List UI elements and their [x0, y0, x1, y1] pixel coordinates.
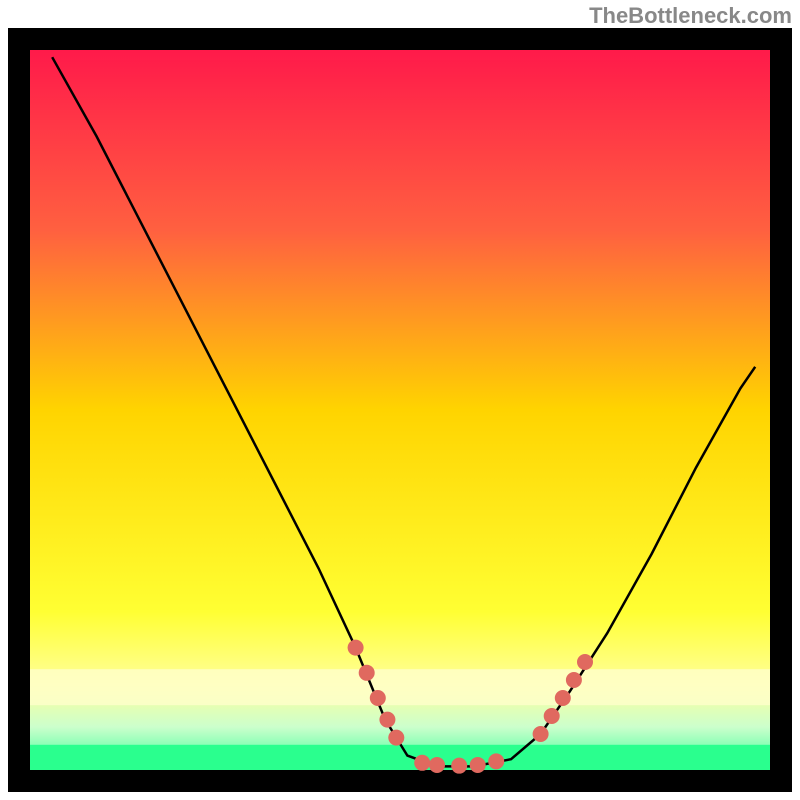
marker-bottom [470, 757, 486, 773]
marker-right [555, 690, 571, 706]
marker-right [544, 708, 560, 724]
chart-container: TheBottleneck.com [0, 0, 800, 800]
marker-left [359, 665, 375, 681]
marker-bottom [488, 753, 504, 769]
marker-left [348, 640, 364, 656]
marker-right [566, 672, 582, 688]
marker-bottom [414, 755, 430, 771]
bottleneck-chart [0, 0, 800, 800]
marker-left [379, 712, 395, 728]
watermark-text: TheBottleneck.com [589, 3, 792, 29]
marker-bottom [451, 758, 467, 774]
marker-left [370, 690, 386, 706]
green-band [30, 745, 770, 770]
gradient-background [30, 50, 770, 770]
marker-right [577, 654, 593, 670]
marker-right [533, 726, 549, 742]
marker-left [388, 730, 404, 746]
pale-band [30, 669, 770, 705]
marker-bottom [429, 757, 445, 773]
